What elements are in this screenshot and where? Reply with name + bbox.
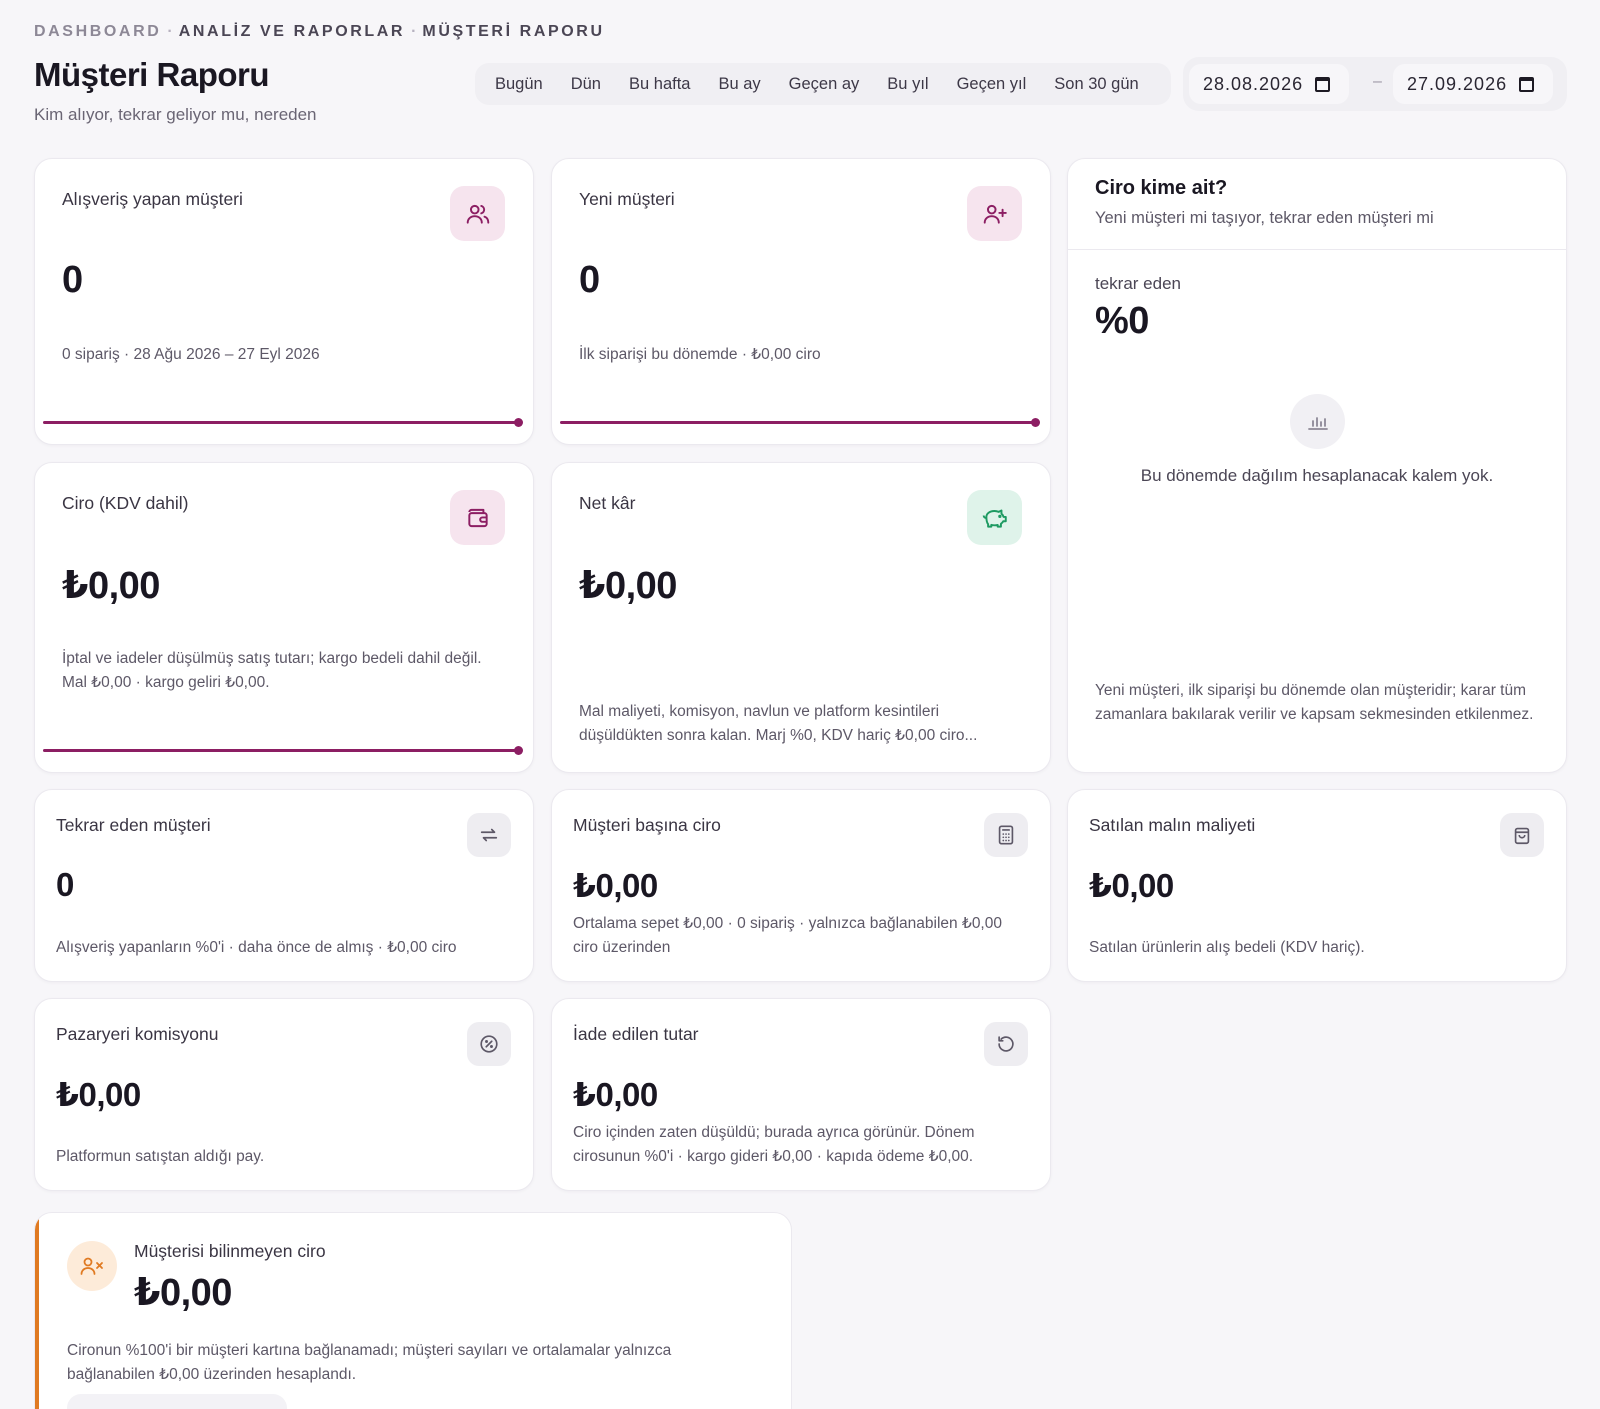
details-button[interactable]	[67, 1394, 287, 1409]
card-net-profit: Net kâr ₺0,00 Mal maliyeti, komisyon, na…	[551, 462, 1051, 773]
card-footnote: Yeni müşteri, ilk siparişi bu dönemde ol…	[1095, 682, 1534, 723]
repeat-icon	[467, 813, 511, 857]
progress-bar	[43, 421, 521, 424]
progress-marker	[1031, 418, 1040, 427]
wallet-icon	[450, 490, 505, 545]
preset-last-month[interactable]: Geçen ay	[775, 67, 874, 101]
empty-state-text: Bu dönemde dağılım hesaplanacak kalem yo…	[1140, 466, 1494, 485]
start-date-value: 28.08.2026	[1203, 73, 1304, 94]
undo-icon	[984, 1022, 1028, 1066]
card-description: İptal ve iadeler düşülmüş satış tutarı; …	[62, 650, 482, 691]
card-cogs: Satılan malın maliyeti ₺0,00 Satılan ürü…	[1067, 789, 1567, 982]
preset-last-30-days[interactable]: Son 30 gün	[1040, 67, 1152, 101]
card-revenue-per-customer: Müşteri başına ciro ₺0,00 Ortalama sepet…	[551, 789, 1051, 982]
card-label: Net kâr	[579, 493, 636, 513]
card-revenue: Ciro (KDV dahil) ₺0,00 İptal ve iadeler …	[34, 462, 534, 773]
progress-bar	[560, 421, 1038, 424]
card-repeat-customers: Tekrar eden müşteri 0 Alışveriş yapanlar…	[34, 789, 534, 982]
preset-last-year[interactable]: Geçen yıl	[943, 67, 1041, 101]
breadcrumb-separator: ·	[411, 23, 417, 40]
piggy-bank-icon	[967, 490, 1022, 545]
card-refunds: İade edilen tutar ₺0,00 Ciro içinden zat…	[551, 998, 1051, 1191]
card-label: Müşterisi bilinmeyen ciro	[134, 1241, 326, 1261]
page-title: Müşteri Raporu	[34, 56, 270, 93]
progress-marker	[514, 418, 523, 427]
percent-badge-icon	[467, 1022, 511, 1066]
progress-bar	[43, 749, 521, 752]
users-icon	[450, 186, 505, 241]
card-description: Ciro içinden zaten düşüldü; burada ayrıc…	[573, 1124, 975, 1165]
card-label: Müşteri başına ciro	[573, 815, 721, 835]
start-date-input[interactable]: 28.08.2026	[1189, 64, 1349, 104]
card-header: Ciro kime ait? Yeni müşteri mi taşıyor, …	[1068, 159, 1566, 250]
card-value: ₺0,00	[62, 565, 160, 607]
card-label: Alışveriş yapan müşteri	[62, 189, 243, 209]
metric-value: %0	[1095, 300, 1149, 342]
card-unknown-customer-revenue: Müşterisi bilinmeyen ciro ₺0,00 Cironun …	[34, 1212, 792, 1409]
card-label: Ciro (KDV dahil)	[62, 493, 189, 513]
preset-today[interactable]: Bugün	[481, 67, 557, 101]
user-x-icon	[67, 1241, 117, 1291]
metric-label: tekrar eden	[1095, 274, 1181, 293]
breadcrumb-item-dashboard[interactable]: DASHBOARD	[34, 23, 161, 40]
date-range-separator: –	[1373, 73, 1382, 90]
bar-chart-icon	[1290, 394, 1345, 449]
breadcrumb-item-current: MÜŞTERİ RAPORU	[422, 23, 605, 40]
card-description: Platformun satıştan aldığı pay.	[56, 1148, 265, 1165]
card-value: 0	[62, 259, 83, 301]
card-value: 0	[56, 866, 74, 903]
card-description: Satılan ürünlerin alış bedeli (KDV hariç…	[1089, 939, 1365, 956]
shopping-bag-icon	[1500, 813, 1544, 857]
warning-accent-bar	[35, 1213, 39, 1409]
card-description: Alışveriş yapanların %0'i · daha önce de…	[56, 939, 457, 956]
card-value: ₺0,00	[56, 1076, 141, 1113]
page-subtitle: Kim alıyor, tekrar geliyor mu, nereden	[34, 105, 317, 124]
preset-this-year[interactable]: Bu yıl	[873, 67, 942, 101]
card-description: Cironun %100'i bir müşteri kartına bağla…	[67, 1342, 672, 1383]
card-label: Pazaryeri komisyonu	[56, 1024, 219, 1044]
card-value: ₺0,00	[1089, 867, 1174, 904]
card-description: Ortalama sepet ₺0,00 · 0 sipariş · yalnı…	[573, 915, 1002, 956]
card-label: Tekrar eden müşteri	[56, 815, 211, 835]
card-label: İade edilen tutar	[573, 1024, 699, 1044]
progress-marker	[514, 746, 523, 755]
card-description: 0 sipariş · 28 Ağu 2026 – 27 Eyl 2026	[62, 346, 320, 363]
card-subtitle: Yeni müşteri mi taşıyor, tekrar eden müş…	[1095, 209, 1434, 227]
end-date-value: 27.09.2026	[1407, 73, 1508, 94]
breadcrumb-separator: ·	[167, 23, 173, 40]
preset-yesterday[interactable]: Dün	[557, 67, 615, 101]
card-label: Yeni müşteri	[579, 189, 675, 209]
card-title: Ciro kime ait?	[1095, 177, 1228, 199]
breadcrumb: DASHBOARD · ANALİZ VE RAPORLAR · MÜŞTERİ RAP…	[34, 23, 605, 41]
preset-this-month[interactable]: Bu ay	[704, 67, 774, 101]
card-value: ₺0,00	[579, 565, 677, 607]
card-new-customers: Yeni müşteri 0 İlk siparişi bu dönemde ·…	[551, 158, 1051, 445]
user-plus-icon	[967, 186, 1022, 241]
preset-this-week[interactable]: Bu hafta	[615, 67, 704, 101]
card-value: ₺0,00	[573, 867, 658, 904]
calendar-icon[interactable]	[1519, 76, 1535, 92]
card-label: Satılan malın maliyeti	[1089, 815, 1256, 835]
card-commission: Pazaryeri komisyonu ₺0,00 Platformun sat…	[34, 998, 534, 1191]
card-revenue-split: Ciro kime ait? Yeni müşteri mi taşıyor, …	[1067, 158, 1567, 773]
breadcrumb-item-analytics[interactable]: ANALİZ VE RAPORLAR	[179, 23, 405, 40]
card-description: İlk siparişi bu dönemde · ₺0,00 ciro	[579, 346, 821, 363]
card-description: Mal maliyeti, komisyon, navlun ve platfo…	[579, 703, 978, 744]
calculator-icon	[984, 813, 1028, 857]
card-value: ₺0,00	[573, 1076, 658, 1113]
card-value: 0	[579, 259, 600, 301]
date-range-presets: Bugün Dün Bu hafta Bu ay Geçen ay Bu yıl…	[475, 63, 1171, 105]
card-shoppers: Alışveriş yapan müşteri 0 0 sipariş · 28…	[34, 158, 534, 445]
card-value: ₺0,00	[134, 1272, 232, 1314]
calendar-icon[interactable]	[1315, 76, 1331, 92]
end-date-input[interactable]: 27.09.2026	[1393, 64, 1553, 104]
date-range-picker: 28.08.2026 – 27.09.2026	[1183, 57, 1567, 111]
